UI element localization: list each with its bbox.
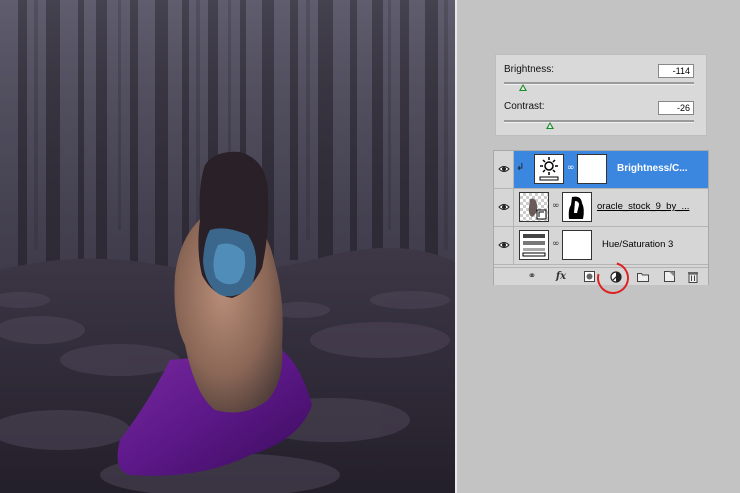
hue-saturation-icon — [519, 230, 549, 260]
contrast-label: Contrast: — [504, 101, 545, 112]
brightness-contrast-panel: Brightness: -114 Contrast: -26 — [495, 54, 707, 136]
layer-mask-thumbnail[interactable] — [562, 230, 592, 260]
eye-icon — [498, 242, 510, 248]
group-folder-icon[interactable] — [636, 270, 650, 283]
new-layer-icon[interactable] — [662, 270, 676, 283]
layer-mask-icon[interactable] — [582, 270, 596, 283]
forest-scene — [0, 0, 455, 493]
contrast-slider-track[interactable] — [504, 120, 694, 123]
clipping-arrow-icon: ↲ — [516, 162, 525, 173]
layer-row-brightness-contrast[interactable]: ↲ ∞ Brightness/C... — [494, 151, 708, 189]
layer-mask-thumbnail[interactable] — [562, 192, 592, 222]
brightness-slider-thumb[interactable] — [519, 84, 527, 91]
brightness-value-input[interactable]: -114 — [658, 64, 694, 78]
layer-visibility-toggle[interactable] — [494, 151, 514, 188]
canvas-divider — [455, 0, 457, 493]
brightness-label: Brightness: — [504, 64, 555, 75]
trash-icon[interactable] — [686, 270, 700, 283]
sun-adjustment-icon — [534, 154, 564, 184]
mask-link-icon[interactable]: ∞ — [567, 163, 575, 173]
image-canvas[interactable] — [0, 0, 455, 493]
contrast-value-input[interactable]: -26 — [658, 101, 694, 115]
layers-panel: ↲ ∞ Brightness/C... ∞ oracle_stock_9_by_… — [493, 150, 709, 285]
eye-icon — [498, 166, 510, 172]
layer-mask-thumbnail[interactable] — [577, 154, 607, 184]
smart-object-icon — [519, 192, 549, 222]
layer-name[interactable]: Brightness/C... — [617, 163, 688, 174]
mask-link-icon[interactable]: ∞ — [552, 239, 560, 249]
contrast-slider-thumb[interactable] — [545, 122, 554, 129]
layer-name[interactable]: oracle_stock_9_by_... — [597, 201, 689, 212]
mask-link-icon[interactable]: ∞ — [552, 201, 560, 211]
layer-visibility-toggle[interactable] — [494, 227, 514, 264]
layer-name[interactable]: Hue/Saturation 3 — [602, 239, 673, 250]
brightness-slider-track[interactable] — [504, 82, 694, 85]
layer-row-oracle-stock[interactable]: ∞ oracle_stock_9_by_... — [494, 189, 708, 227]
layer-row-hue-saturation[interactable]: ∞ Hue/Saturation 3 — [494, 227, 708, 265]
eye-icon — [498, 204, 510, 210]
fx-label: fx — [555, 271, 567, 282]
layer-visibility-toggle[interactable] — [494, 189, 514, 226]
link-icon[interactable]: ⚭ — [524, 270, 540, 283]
fx-icon[interactable]: fx — [552, 270, 570, 283]
